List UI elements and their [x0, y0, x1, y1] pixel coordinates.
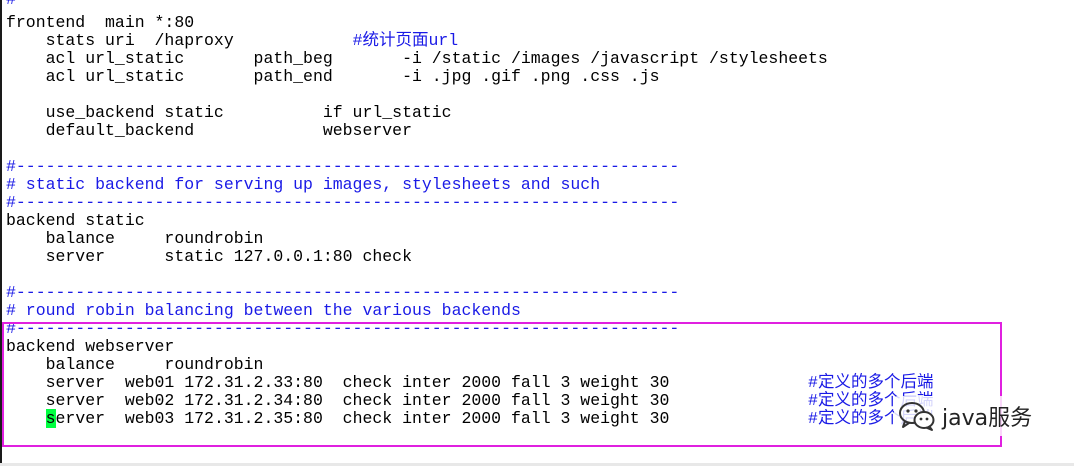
comment-line: # round robin balancing between the vari…	[6, 301, 521, 320]
stats-uri-comment: #统计页面url	[233, 31, 459, 50]
comment-line: # static backend for serving up images, …	[6, 175, 601, 194]
backend-webserver-line: backend webserver	[6, 337, 175, 356]
balance-line: balance roundrobin	[6, 229, 264, 248]
comment-line: #---------------------------------------…	[6, 0, 679, 9]
use-backend-line: use_backend static if url_static	[6, 103, 452, 122]
acl-path-end-line: acl url_static path_end -i .jpg .gif .pn…	[6, 67, 660, 86]
server-comment: #定义的多个后端	[669, 373, 934, 392]
comment-line: #---------------------------------------…	[6, 319, 680, 338]
acl-path-beg-line: acl url_static path_beg -i /static /imag…	[6, 49, 828, 68]
default-backend-line: default_backend webserver	[6, 121, 412, 140]
watermark: java服务	[894, 396, 1039, 436]
backend-static-line: backend static	[6, 211, 145, 230]
server-static-line: server static 127.0.0.1:80 check	[6, 247, 412, 266]
watermark-text: java服务	[942, 406, 1033, 431]
server-code: server web02 172.31.2.34:80 check inter …	[6, 391, 670, 410]
server-web01-line: server web01 172.31.2.33:80 check inter …	[6, 373, 934, 392]
balance-line: balance roundrobin	[6, 355, 264, 374]
comment-line: #---------------------------------------…	[6, 157, 680, 176]
comment-line: #---------------------------------------…	[6, 283, 680, 302]
server-code: server web01 172.31.2.33:80 check inter …	[6, 373, 670, 392]
stats-uri-line: stats uri /haproxy #统计页面url	[6, 31, 459, 50]
server-web03-line: server web03 172.31.2.35:80 check inter …	[6, 409, 933, 428]
stats-uri-code: stats uri /haproxy	[6, 31, 234, 50]
terminal-window[interactable]: #---------------------------------------…	[0, 0, 1074, 463]
server-code: erver web03 172.31.2.35:80 check inter 2…	[55, 409, 670, 428]
comment-line: #---------------------------------------…	[6, 193, 680, 212]
frontend-line: frontend main *:80	[6, 13, 195, 32]
server-web02-line: server web02 172.31.2.34:80 check inter …	[6, 391, 934, 410]
text-cursor[interactable]: s	[45, 409, 56, 428]
wechat-icon	[899, 402, 935, 431]
